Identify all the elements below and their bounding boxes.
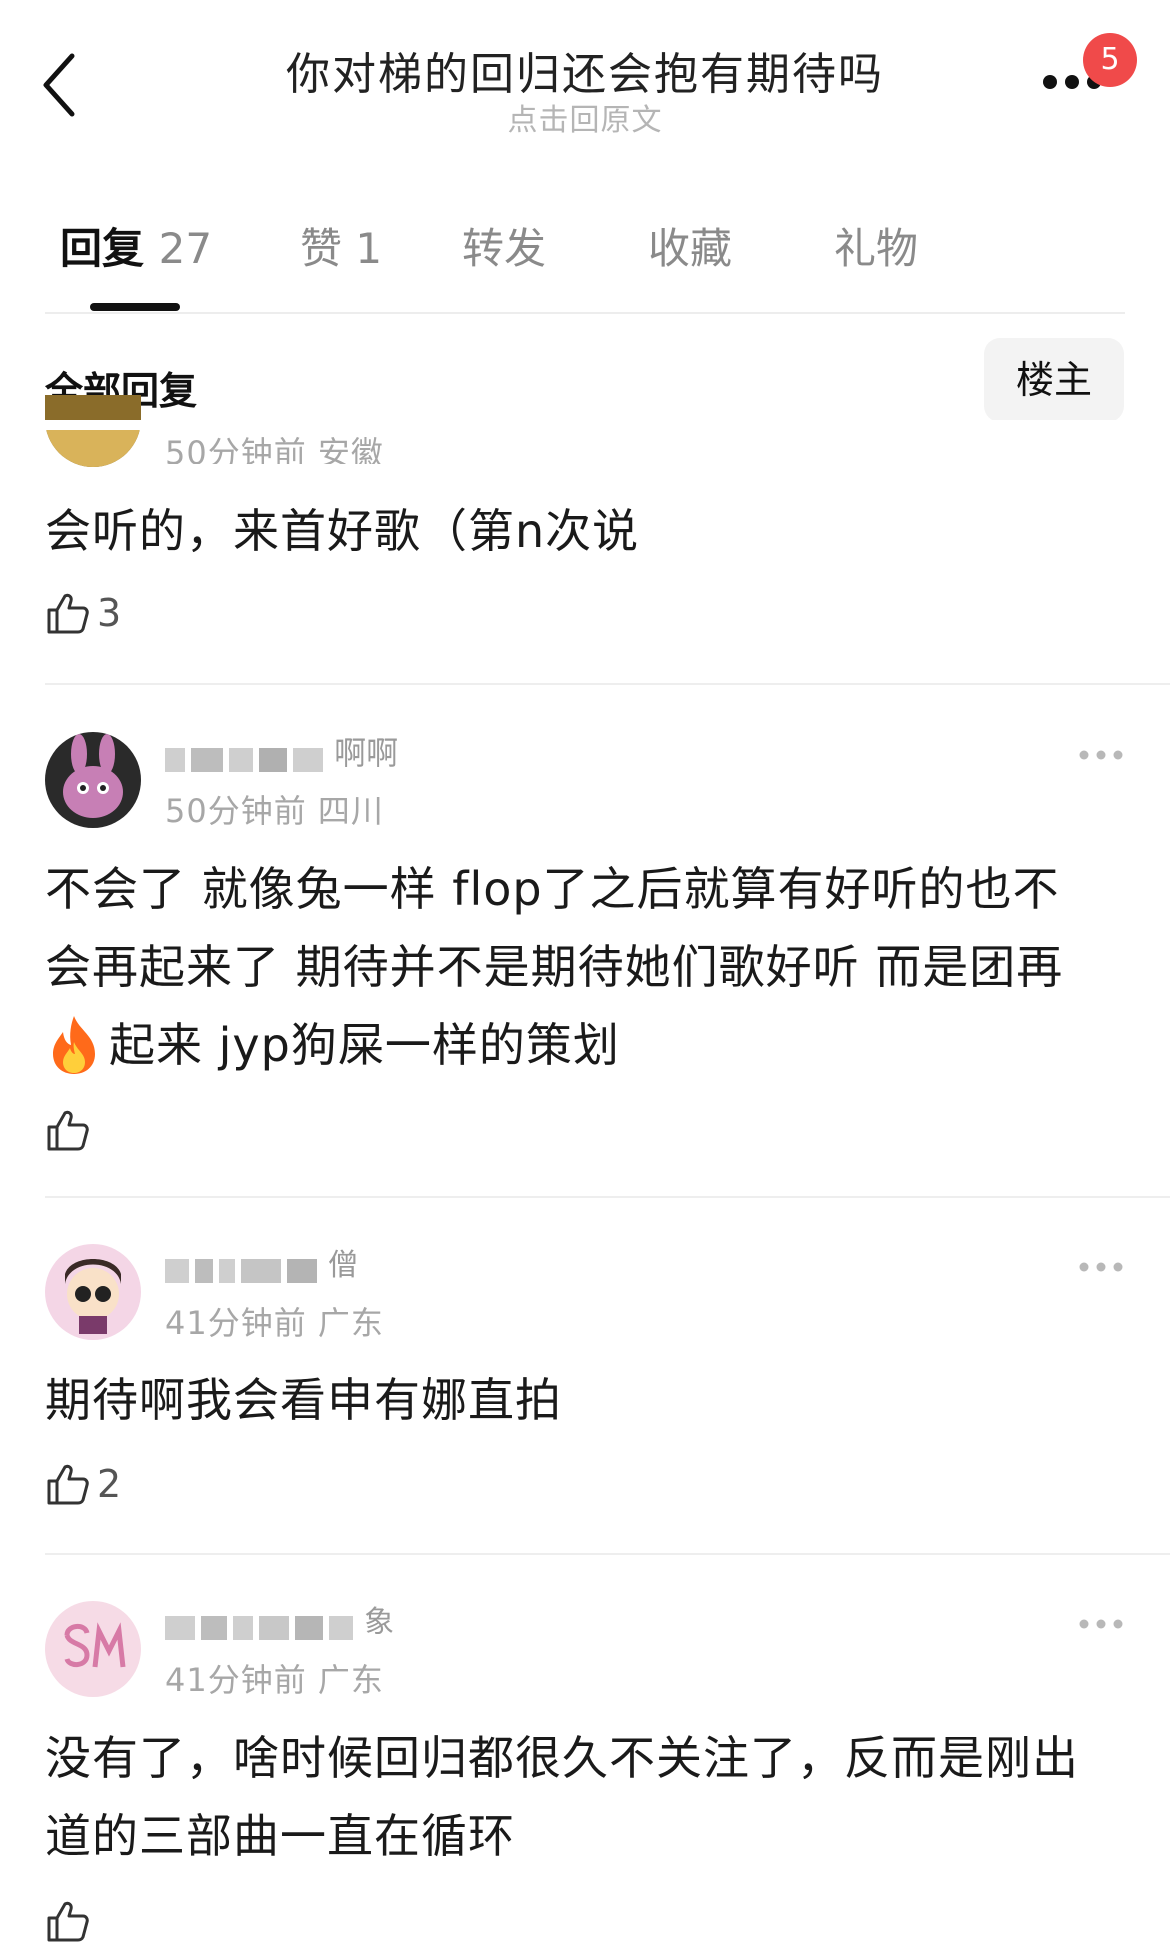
username[interactable]: 啊啊 [165,728,398,772]
divider [45,683,1170,685]
comment-text: 不会了 就像兔一样 flop了之后就算有好听的也不 会再起来了 期待并不是期待她… [45,850,1135,1084]
like-button[interactable] [45,1105,97,1155]
back-to-original-link[interactable]: 点击回原文 [0,95,1170,139]
top-bar: 你对梯的回归还会抱有期待吗 点击回原文 5 [0,0,1170,150]
thumbs-up-icon [47,1110,89,1151]
tab-label: 转发 [462,224,547,273]
post-title[interactable]: 你对梯的回归还会抱有期待吗 [0,38,1170,102]
owner-only-button[interactable]: 楼主 [984,338,1124,422]
tab-count: 1 [355,224,383,273]
comment-text-line: 道的三部曲一直在循环 [45,1809,515,1863]
avatar[interactable] [45,1244,141,1340]
thumbs-up-icon [47,593,89,634]
active-tab-indicator [90,303,180,311]
more-options-icon[interactable] [1078,748,1124,762]
divider [45,312,1125,314]
fire-icon [53,1016,95,1074]
tab-likes[interactable]: 赞 1 [300,215,382,276]
comment-meta: 41分钟前 广东 [165,1661,384,1699]
username-visible: 僧 [328,1248,359,1283]
comment-text-line: 不会了 就像兔一样 flop了之后就算有好听的也不 [45,862,1060,916]
tab-label: 赞 [300,224,343,273]
like-count: 2 [97,1462,122,1506]
username-visible: 象 [364,1605,395,1640]
thumbs-up-icon [47,1901,89,1942]
tab-forwards[interactable]: 转发 [462,215,546,276]
notification-badge: 5 [1083,33,1137,87]
comment-text: 期待啊我会看申有娜直拍 [45,1373,562,1427]
avatar[interactable] [45,395,141,467]
avatar[interactable] [45,732,141,828]
comment-text-line: 没有了，啥时候回归都很久不关注了，反而是刚出 [45,1731,1079,1785]
comment-text: 会听的，来首好歌（第n次说 [45,504,640,558]
tab-replies[interactable]: 回复 27 [60,215,212,276]
thumbs-up-icon [47,1464,89,1505]
comment-meta: 50分钟前 四川 [165,792,384,830]
like-button[interactable] [45,1896,97,1946]
avatar[interactable] [45,1601,141,1697]
comment-text: 没有了，啥时候回归都很久不关注了，反而是刚出 道的三部曲一直在循环 [45,1719,1135,1875]
like-button[interactable]: 2 [45,1459,121,1509]
divider [45,1553,1170,1555]
like-button[interactable]: 3 [45,588,121,638]
tab-favorites[interactable]: 收藏 [648,215,732,276]
more-options-icon[interactable] [1078,1617,1124,1631]
tab-label: 礼物 [834,224,919,273]
username-visible: 啊啊 [334,734,399,772]
tab-label: 收藏 [648,224,733,273]
divider [45,1196,1170,1198]
tab-label: 回复 [60,224,145,273]
tab-bar: 回复 27 赞 1 转发 收藏 礼物 [0,215,1170,315]
comment-text-line: 起来 jyp狗屎一样的策划 [109,1018,620,1072]
comment-meta: 41分钟前 广东 [165,1304,384,1342]
like-count: 3 [97,591,122,635]
tab-gifts[interactable]: 礼物 [834,215,918,276]
comment-meta: 50分钟前 安徽 [165,434,384,464]
username[interactable]: 僧 [165,1240,358,1284]
username[interactable]: 象 [165,1597,394,1641]
tab-count: 27 [158,224,213,273]
more-options-icon[interactable] [1078,1260,1124,1274]
comment-text-line: 会再起来了 期待并不是期待她们歌好听 而是团再 [45,940,1064,994]
